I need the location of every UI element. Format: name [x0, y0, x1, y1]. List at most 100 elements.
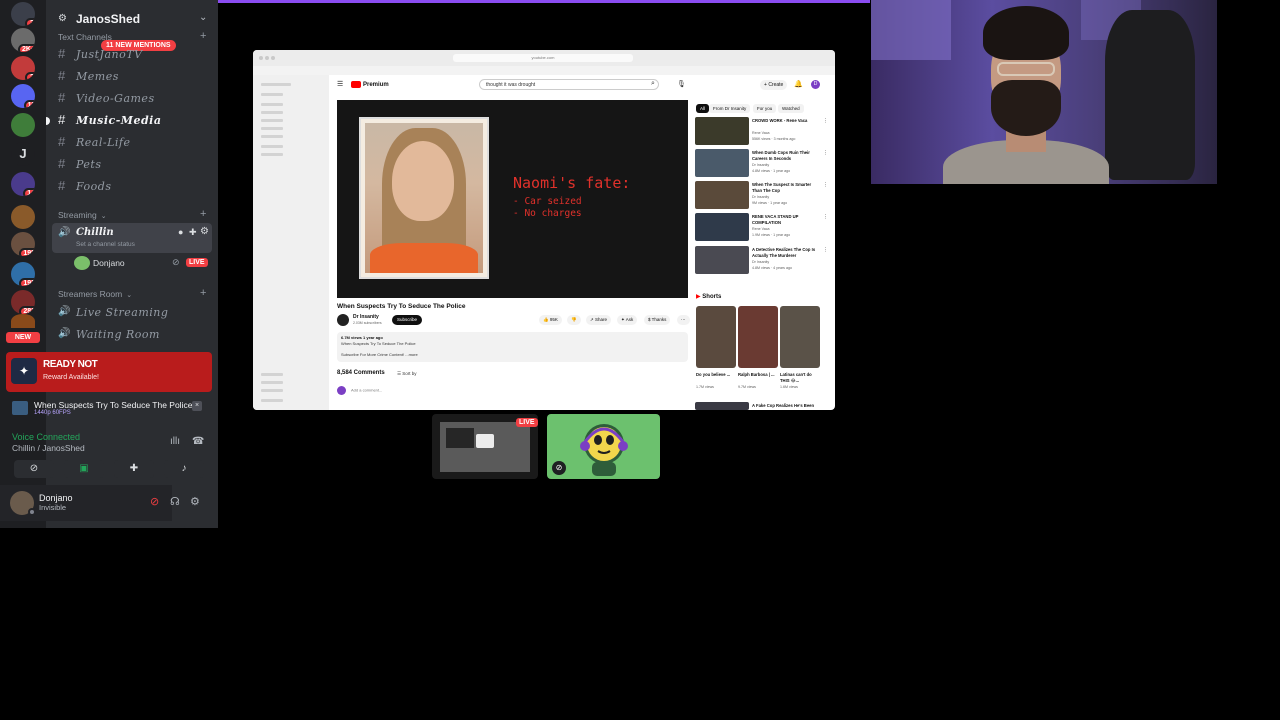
server-icon[interactable] — [11, 205, 35, 229]
short-thumbnail[interactable] — [780, 306, 820, 368]
subscribe-button[interactable]: Subscribe — [392, 315, 423, 325]
video-overlay-line: - No charges — [513, 208, 582, 219]
avatar[interactable] — [74, 256, 90, 270]
search-input[interactable]: thought it was drought — [479, 79, 659, 90]
youtube-logo[interactable]: Premium — [351, 81, 389, 88]
more-icon[interactable]: ⋯ — [677, 315, 690, 325]
voice-member-name[interactable]: Donjano — [93, 258, 125, 268]
streamed-browser-window[interactable]: youtube.com ☰ Premium thought it was dro… — [253, 50, 835, 410]
user-tile[interactable]: ⊘ — [547, 414, 660, 479]
activities-button[interactable]: ✚ — [114, 460, 154, 478]
server-icon-letter[interactable]: J — [11, 142, 35, 166]
server-icon[interactable]: 14 — [11, 172, 35, 196]
voice-connected-status[interactable]: Voice Connected — [12, 432, 80, 442]
guild-header[interactable]: ⚙ JanosShed ⌄ — [46, 8, 218, 28]
channel-item[interactable]: # Real-Life — [58, 134, 208, 152]
chip-for-you[interactable]: For you — [753, 104, 777, 113]
chevron-down-icon[interactable]: ⌄ — [199, 12, 207, 23]
channel-item[interactable]: # Video-Games — [58, 90, 208, 108]
voice-connected-channel[interactable]: Chillin / JanosShed — [12, 443, 85, 453]
avatar[interactable]: D — [811, 80, 820, 89]
short-title[interactable]: Do you believe ... — [696, 372, 734, 378]
server-icon[interactable] — [11, 113, 35, 137]
short-title[interactable]: Ralph Barbosa | ... — [738, 372, 776, 378]
recommendation-item[interactable]: When Dumb Cops Ruin Their Careers In Sec… — [695, 149, 828, 177]
voice-channel-chillin[interactable]: 🔊 Chillin Set a channel status ● ✚ ⚙ — [52, 223, 212, 253]
add-channel-icon[interactable]: + — [200, 30, 206, 42]
stop-stream-icon[interactable]: × — [192, 401, 202, 411]
channel-item[interactable]: # Memes — [58, 68, 208, 86]
more-vert-icon[interactable]: ⋮ — [823, 247, 828, 253]
server-icon[interactable]: 2K+ — [11, 28, 35, 52]
disconnect-icon[interactable]: ☎ — [192, 436, 204, 447]
menu-icon[interactable]: ☰ — [337, 80, 343, 88]
chip-all[interactable]: All — [696, 104, 710, 113]
voice-channel-item[interactable]: 🔊 Waiting Room — [58, 326, 208, 344]
recommendation-item[interactable]: A Detective Realizes The Cop Is Actually… — [695, 246, 828, 274]
chip-watched[interactable]: Watched — [778, 104, 804, 113]
more-vert-icon[interactable]: ⋮ — [823, 182, 828, 188]
recommendation-item[interactable]: When The Suspect Is Smarter Than The Cop… — [695, 181, 828, 209]
server-icon[interactable]: 198 — [11, 232, 35, 256]
server-icon[interactable]: 3 — [11, 2, 35, 26]
add-channel-icon[interactable]: + — [200, 287, 206, 299]
server-icon[interactable] — [11, 314, 35, 328]
channel-avatar[interactable] — [337, 314, 349, 326]
noise-suppression-icon[interactable]: ıllı — [170, 436, 180, 447]
stream-panel[interactable]: When Suspects Try To Seduce The Police .… — [12, 398, 208, 422]
thanks-button[interactable]: $ Thanks — [644, 315, 671, 325]
voice-channel-item[interactable]: 🔊 Live Streaming — [58, 304, 208, 322]
channel-item[interactable]: # Pets — [58, 156, 208, 174]
gear-icon[interactable]: ⚙ — [200, 226, 209, 237]
chat-icon[interactable]: ● — [178, 227, 183, 237]
channel-item[interactable]: # Foods — [58, 178, 208, 196]
category-streamers-room[interactable]: Streamers Room ⌄ — [58, 289, 132, 299]
sort-by-button[interactable]: ☰ Sort by — [397, 371, 417, 377]
mic-icon[interactable]: 🎙 — [677, 80, 686, 88]
category-streaming[interactable]: Streaming ⌄ — [58, 210, 107, 220]
recommendation-item[interactable]: CROWD WORK - Rene Vaca Rene Vaca 556K view… — [695, 117, 828, 145]
description-box[interactable]: 6.7M views 1 year ago When Suspects Try … — [337, 332, 688, 362]
bell-icon[interactable]: 🔔 — [794, 80, 803, 88]
more-vert-icon[interactable]: ⋮ — [823, 118, 828, 124]
reward-promo-banner[interactable]: ✦ READY NOT Reward Available! — [6, 352, 212, 392]
channel-item[interactable]: # JustJanoTV — [58, 46, 208, 64]
soundboard-button[interactable]: ♪ — [164, 460, 204, 478]
create-button[interactable]: + Create — [760, 80, 788, 90]
channel-status-placeholder[interactable]: Set a channel status — [76, 241, 135, 248]
recommendation-item[interactable]: A Fake Cop Realizes He's Been — [695, 402, 827, 410]
ask-button[interactable]: ✦ Ask — [617, 315, 638, 325]
new-unreads-pill[interactable]: NEW — [6, 332, 40, 343]
screen-share-button[interactable]: ▣ — [64, 460, 104, 478]
like-button[interactable]: 👍 95K — [539, 315, 562, 325]
add-channel-icon[interactable]: + — [200, 208, 206, 220]
channel-name[interactable]: Dr Insanity — [353, 314, 379, 320]
recommendation-item[interactable]: RENE VACA STAND UP COMPILATION Rene Vaca 1… — [695, 213, 828, 241]
share-button[interactable]: ↗ Share — [586, 315, 612, 325]
dislike-icon[interactable]: 👎 — [567, 315, 581, 325]
chip-from-channel[interactable]: From Dr Insanity — [709, 104, 751, 113]
invite-icon[interactable]: ✚ — [189, 227, 197, 238]
mute-mic-icon[interactable]: ⊘ — [150, 495, 159, 508]
gear-icon[interactable]: ⚙ — [190, 495, 200, 508]
short-title[interactable]: Latinas can't do THIS 😂... — [780, 372, 818, 383]
short-thumbnail[interactable] — [696, 306, 736, 368]
short-thumbnail[interactable] — [738, 306, 778, 368]
video-player[interactable]: Naomi's fate: - Car seized - No charges — [337, 100, 688, 298]
guild-name: JanosShed — [76, 12, 141, 26]
server-icon[interactable]: 11 — [11, 84, 35, 108]
channel-name: Memes — [76, 70, 119, 83]
channel-item-unread[interactable]: # Music-Media — [46, 112, 208, 130]
camera-off-button[interactable]: ⊘ — [14, 460, 54, 478]
more-vert-icon[interactable]: ⋮ — [823, 150, 828, 156]
more-vert-icon[interactable]: ⋮ — [823, 214, 828, 220]
headphones-icon[interactable]: ☊ — [170, 495, 180, 508]
server-badge: 14 — [23, 188, 35, 196]
add-comment-input[interactable]: Add a comment... — [337, 386, 382, 395]
server-icon[interactable]: 282 — [11, 290, 35, 314]
user-name[interactable]: Donjano — [39, 493, 73, 503]
server-icon[interactable]: 193 — [11, 262, 35, 286]
search-icon[interactable]: ⌕ — [651, 80, 655, 88]
browser-url[interactable]: youtube.com — [453, 54, 633, 62]
server-icon[interactable]: 2 — [11, 56, 35, 80]
